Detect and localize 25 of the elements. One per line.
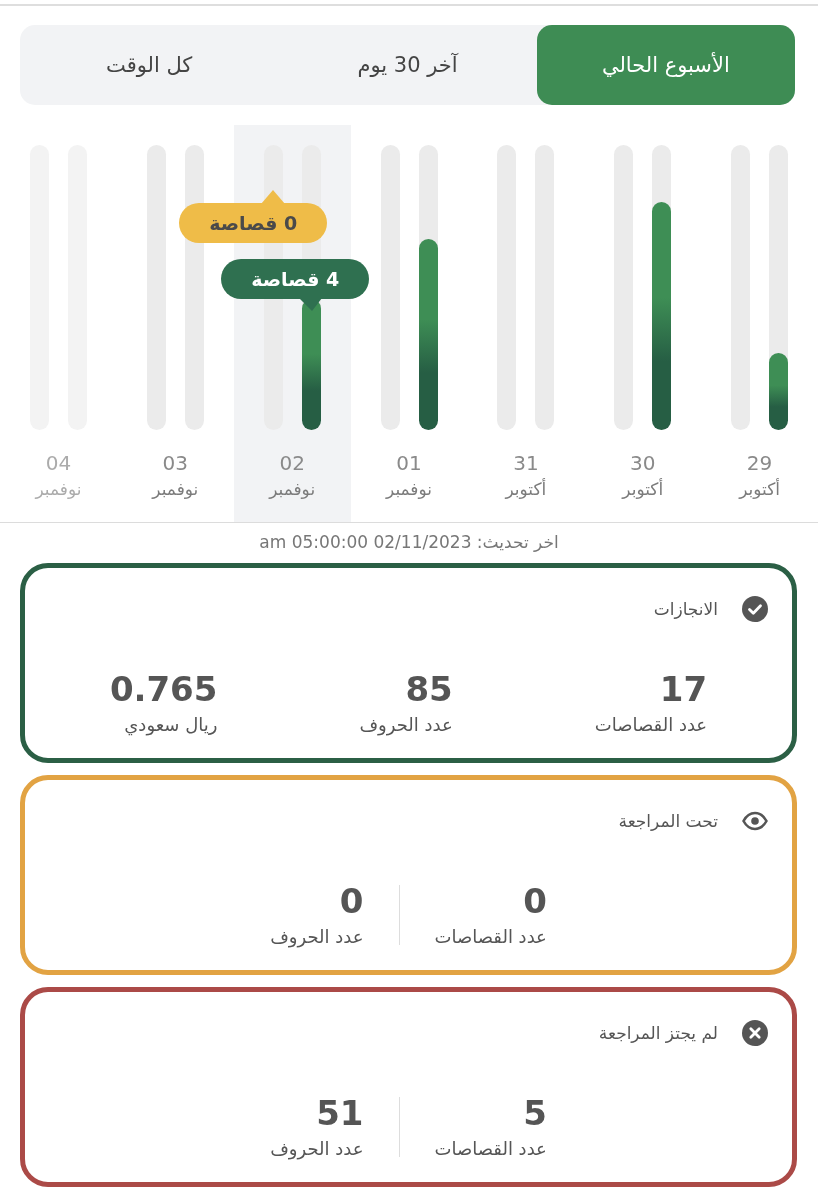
card-title: تحت المراجعة bbox=[618, 810, 718, 832]
card-title: الانجازات bbox=[653, 598, 718, 620]
stat-label: عدد القصاصات bbox=[434, 1137, 547, 1161]
tab[interactable]: آخر 30 يوم bbox=[278, 25, 537, 105]
count-tooltip: 0 قصاصة bbox=[179, 188, 328, 243]
stat-label: عدد القصاصات bbox=[434, 925, 547, 949]
stat-value: 17 bbox=[659, 669, 708, 709]
stat-label: ريال سعودي bbox=[124, 713, 218, 737]
stat-label: عدد الحروف bbox=[359, 713, 453, 737]
stat-value: 0.765 bbox=[109, 669, 218, 709]
stat-label: عدد الحروف bbox=[270, 925, 364, 949]
stat-value: 0 bbox=[339, 881, 364, 921]
stat-label: عدد القصاصات bbox=[594, 713, 708, 737]
count-tooltip: 4 قصاصة bbox=[221, 258, 370, 311]
x-circle-icon bbox=[742, 1020, 768, 1046]
stat-label: عدد الحروف bbox=[270, 1137, 364, 1161]
tab[interactable]: الأسبوع الحالي bbox=[536, 25, 795, 105]
stat-value: 5 bbox=[523, 1093, 547, 1133]
stat-value: 0 bbox=[523, 881, 547, 921]
tab[interactable]: كل الوقت bbox=[20, 25, 279, 105]
check-circle-icon bbox=[742, 596, 768, 622]
stat-value: 51 bbox=[316, 1093, 364, 1133]
card-title: لم يجتز المراجعة bbox=[598, 1022, 718, 1044]
last-update-text: اخر تحديث: 02/11/2023 05:00:00 am bbox=[259, 531, 559, 553]
stat-value: 85 bbox=[405, 669, 453, 709]
